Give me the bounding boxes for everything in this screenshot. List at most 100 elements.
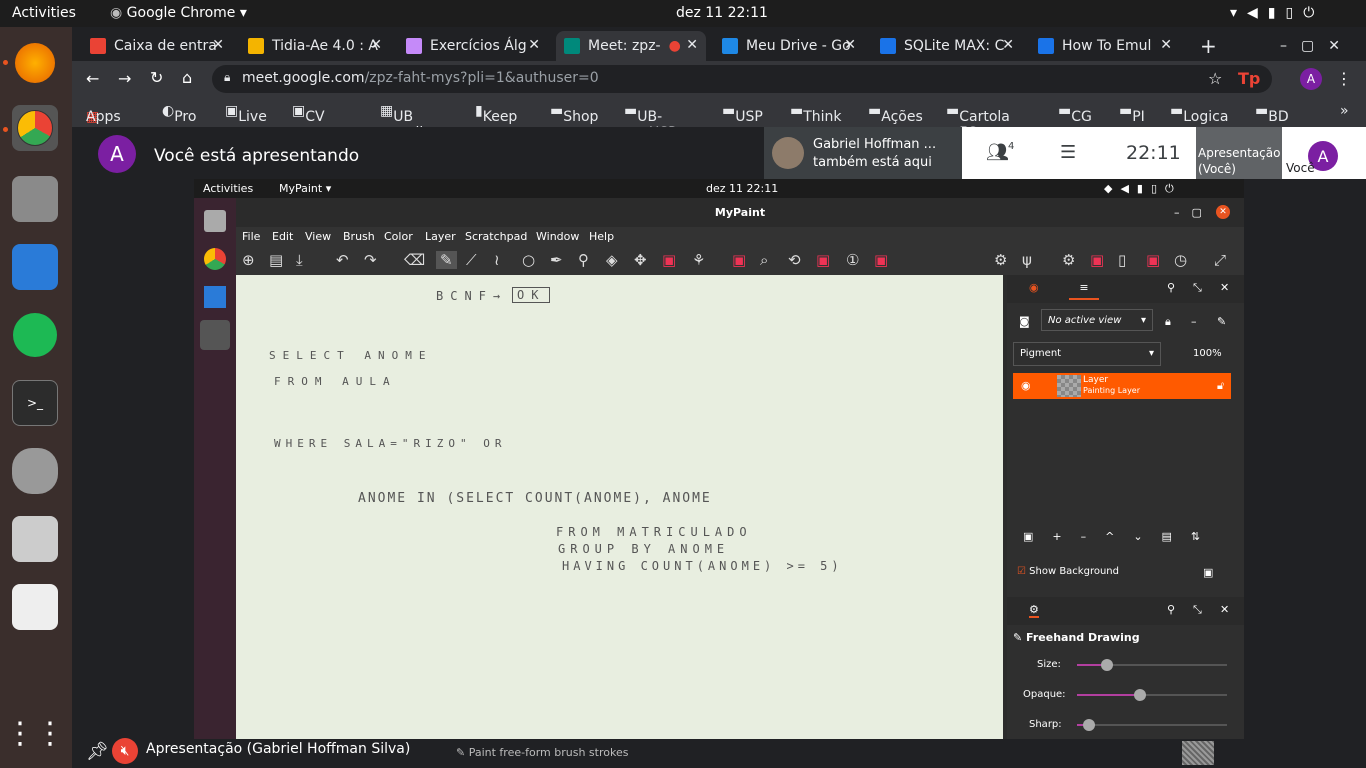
restore-icon: ⤡ — [1193, 603, 1202, 616]
back-icon[interactable]: ← — [86, 69, 99, 88]
more-bookmarks-icon[interactable]: » — [1340, 103, 1349, 119]
layer-num-icon: ① — [846, 251, 860, 269]
save-icon: ⤓ — [296, 251, 303, 269]
forward-icon[interactable]: → — [118, 69, 131, 88]
app-grid-icon[interactable]: ⋮⋮ — [5, 710, 65, 756]
bookmark-ub-usp[interactable]: ▬ UB->USP — [624, 103, 677, 141]
url-input[interactable]: 🔒︎ meet.google.com/zpz-faht-mys?pli=1&aut… — [212, 65, 1272, 93]
fullscreen-icon: ⤢ — [1214, 251, 1227, 269]
tab-exercicios[interactable]: Exercícios Álg ✕ — [398, 31, 548, 61]
chrome-dock-icon[interactable] — [12, 105, 58, 151]
tab-gmail[interactable]: Caixa de entra ✕ — [82, 31, 232, 61]
home-icon[interactable]: ⌂ — [182, 68, 192, 87]
files-icon — [204, 210, 226, 232]
spotify-icon[interactable] — [12, 312, 58, 358]
bookmarks-bar: ▦ Apps ◐ Pro ▣ Live ▣ CV - UB ▦ UB mail … — [72, 97, 1366, 157]
meet-clock: 22:11 — [1126, 142, 1181, 164]
clock[interactable]: dez 11 22:11 — [676, 5, 768, 21]
tab-sqlite[interactable]: SQLite MAX: C ✕ — [872, 31, 1022, 61]
lines-icon: ≀ — [494, 251, 500, 269]
size-slider — [1077, 659, 1227, 671]
zoom-icon: ⌕ — [760, 251, 769, 269]
extension-icon[interactable]: Tp — [1238, 69, 1260, 88]
system-tray-icons[interactable]: ▾◀▮▯⏻ — [1230, 5, 1324, 21]
reload-icon[interactable]: ↻ — [150, 68, 163, 87]
tab-meet[interactable]: Meet: zpz- ● ✕ — [556, 31, 706, 61]
pen-icon: ✒ — [550, 251, 563, 269]
tab-howto[interactable]: How To Emul ✕ — [1030, 31, 1180, 61]
bookmark-live[interactable]: ▣ Live — [225, 103, 267, 125]
timer-icon: ◷ — [1174, 251, 1188, 269]
app-menu[interactable]: ◉ Google Chrome ▾ — [110, 5, 247, 21]
close-icon[interactable]: ✕ — [844, 37, 856, 53]
bg-icon: ▣ — [1203, 566, 1214, 579]
database-icon[interactable] — [12, 448, 58, 494]
bookmark-think[interactable]: ▬ Think — [790, 103, 842, 125]
profile-avatar[interactable]: A — [1300, 68, 1322, 90]
move-icon: ✥ — [634, 251, 647, 269]
mypaint-dock-icon[interactable] — [12, 584, 58, 630]
restore-icon: ⤡ — [1193, 281, 1202, 294]
close-icon[interactable]: ✕ — [1160, 37, 1172, 53]
meet-controls: 👥︎ 4 ☰ 22:11 — [962, 127, 1196, 179]
gmail-icon — [90, 38, 106, 54]
self-tile[interactable]: Apresentação (Você) — [1196, 127, 1282, 179]
participant-avatar — [772, 137, 804, 169]
meet-bottom-bar: 📌︎ 🔇︎ Apresentação (Gabriel Hoffman Silv… — [72, 738, 1366, 768]
self-video-tile[interactable]: A Você — [1282, 127, 1366, 179]
muted-mic-icon: 🔇︎ — [112, 738, 138, 764]
bookmark-pi[interactable]: ▬ PI — [1119, 103, 1145, 125]
meet-icon — [564, 38, 580, 54]
firefox-icon[interactable] — [12, 40, 58, 86]
bookmark-cartola[interactable]: ▬ Cartola FC — [946, 103, 1010, 141]
chat-icon[interactable]: ☰ — [1060, 142, 1076, 163]
bookmark-ubmail[interactable]: ▦ UB mail — [380, 103, 423, 141]
files-icon[interactable] — [12, 176, 58, 222]
symmetry-icon: ▣ — [662, 251, 677, 269]
doc-icon — [406, 38, 422, 54]
pin-icon[interactable]: 📌︎ — [86, 741, 109, 762]
show-background-checkbox: ☑ Show Background — [1017, 566, 1119, 577]
close-icon[interactable]: ✕ — [528, 37, 540, 53]
writer-icon — [204, 286, 226, 308]
close-icon[interactable]: ✕ — [1002, 37, 1014, 53]
panel-icon: ▣ — [1090, 251, 1105, 269]
inking-icon: ⟋ — [466, 251, 477, 269]
presentation-caption: Apresentação (Gabriel Hoffman Silva) — [146, 741, 411, 757]
close-icon[interactable]: ✕ — [212, 37, 224, 53]
recording-icon: ● — [668, 38, 681, 54]
bookmark-cg[interactable]: ▬ CG — [1058, 103, 1092, 125]
frame-icon: ▣ — [732, 251, 747, 269]
drawing-canvas[interactable]: BCNF→ OK SELECT ANOME FROM AULA WHERE SA… — [236, 275, 1003, 739]
activities-button[interactable]: Activities — [12, 5, 76, 21]
search-app-icon[interactable] — [12, 516, 58, 562]
tab-drive[interactable]: Meu Drive - Go ✕ — [714, 31, 864, 61]
layers-icon: ≡ — [1069, 281, 1099, 300]
writer-icon[interactable] — [12, 244, 58, 290]
bookmark-shop[interactable]: ▬ Shop — [550, 103, 598, 125]
bookmark-acoes[interactable]: ▬ Ações — [868, 103, 923, 125]
close-icon[interactable]: ✕ — [686, 37, 698, 53]
visibility-icon: ◉ — [1021, 379, 1031, 392]
bookmark-star-icon[interactable]: ☆ — [1208, 69, 1222, 88]
terminal-icon[interactable]: >_ — [12, 380, 58, 426]
bookmark-keep[interactable]: ▮ Keep — [475, 103, 517, 125]
new-tab-button[interactable]: + — [1192, 31, 1222, 61]
sqlite-icon — [880, 38, 896, 54]
bookmark-logica[interactable]: ▬ Logica — [1170, 103, 1228, 125]
chrome-icon: ◉ — [110, 5, 127, 21]
bookmark-cv[interactable]: ▣ CV - UB — [292, 103, 325, 157]
bookmark-bd[interactable]: ▬ BD — [1255, 103, 1289, 125]
running-indicator — [3, 60, 8, 65]
rotate-icon: ⟲ — [788, 251, 801, 269]
window-controls[interactable]: –▢✕ — [1272, 31, 1362, 61]
presenting-label: Você está apresentando — [154, 146, 360, 166]
bookmark-pro[interactable]: ◐ Pro — [162, 103, 196, 125]
close-icon[interactable]: ✕ — [370, 37, 382, 53]
people-icon[interactable]: 👥︎ — [986, 142, 1009, 163]
join-notification: Gabriel Hoffman ... também está aqui — [764, 127, 962, 179]
lock-icon: 🔒︎ — [224, 70, 231, 84]
chrome-menu-icon[interactable]: ⋮ — [1336, 69, 1352, 88]
tab-tidia[interactable]: Tidia-Ae 4.0 : A ✕ — [240, 31, 390, 61]
bookmark-usp[interactable]: ▬ USP — [722, 103, 763, 125]
